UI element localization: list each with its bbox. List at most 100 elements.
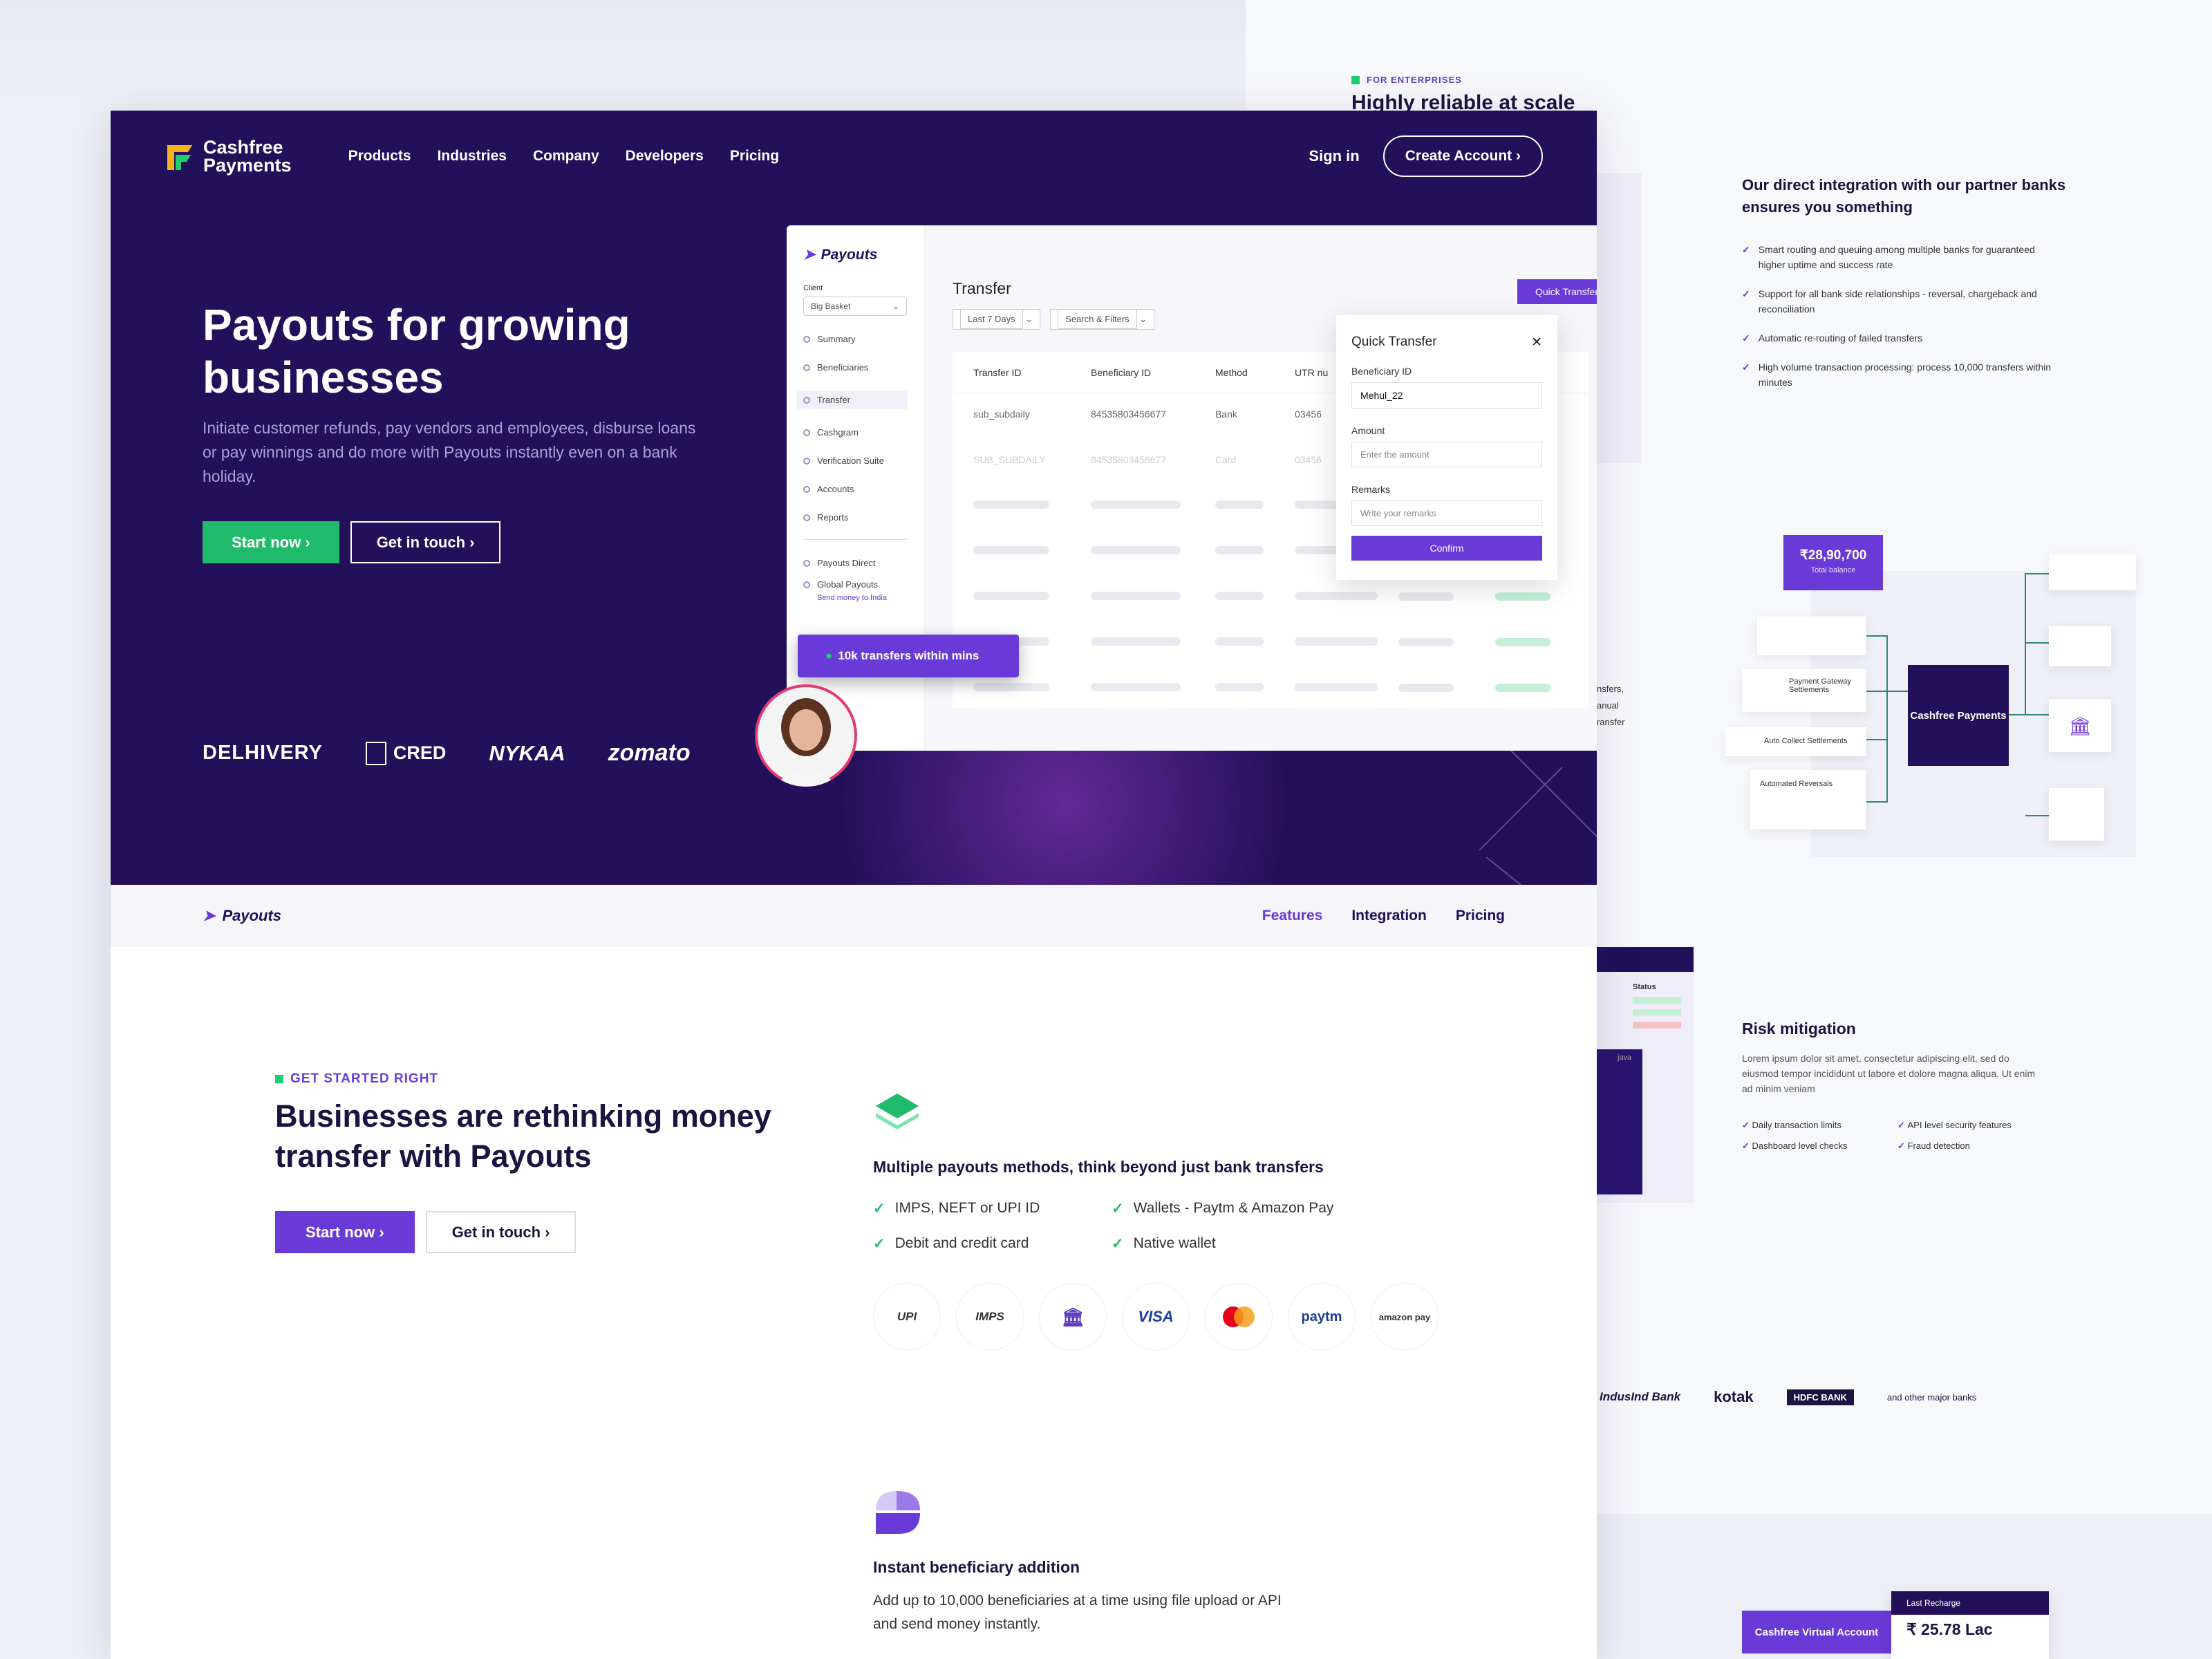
bullet: ✓ Smart routing and queuing among multipl… [1742, 244, 2035, 270]
sidebar-item-transfer[interactable]: Transfer [796, 391, 908, 409]
risk-item: ✓ Daily transaction limits [1742, 1120, 1841, 1130]
quick-transfer-modal: Quick Transfer ✕ Beneficiary ID Mehul_22 … [1336, 315, 1557, 580]
layers-icon [876, 1094, 919, 1130]
risk-item: ✓ API level security features [1897, 1120, 2012, 1130]
paytm-logo: paytm [1288, 1283, 1356, 1351]
subnav-links: Features Integration Pricing [1262, 908, 1505, 924]
bank-icon: 🏛 [2049, 700, 2111, 752]
feature-payout-methods: Multiple payouts methods, think beyond j… [873, 1092, 1454, 1351]
confirm-button[interactable]: Confirm [1351, 536, 1542, 561]
amount-input[interactable]: Enter the amount [1351, 442, 1542, 467]
remarks-label: Remarks [1351, 484, 1391, 495]
feature-beneficiary: Instant beneficiary addition Add up to 1… [873, 1490, 1302, 1636]
feature-item: ✓ IMPS, NEFT or UPI ID [873, 1200, 1040, 1217]
nav-right: Sign in Create Account › [1309, 135, 1543, 177]
modal-title: Quick Transfer [1351, 335, 1437, 349]
sidebar-item-accounts[interactable]: Accounts [803, 484, 908, 494]
sidebar-item-verification[interactable]: Verification Suite [803, 456, 908, 466]
add-beneficiary-icon [876, 1491, 920, 1534]
sidebar-item-global-payouts[interactable]: Global Payouts [803, 579, 908, 590]
bank-logo: HDFC BANK [1786, 1389, 1854, 1405]
nav-pricing[interactable]: Pricing [730, 148, 779, 165]
tab-integration[interactable]: Integration [1351, 908, 1427, 924]
cashfree-logo-icon [165, 140, 196, 173]
remarks-input[interactable]: Write your remarks [1351, 500, 1542, 526]
amazon-pay-logo: amazon pay [1371, 1283, 1438, 1351]
tab-pricing[interactable]: Pricing [1456, 908, 1505, 924]
nav-company[interactable]: Company [533, 148, 599, 165]
send-money-link[interactable]: Send money to India [817, 594, 908, 602]
risk-desc: Lorem ipsum dolor sit amet, consectetur … [1742, 1053, 2036, 1094]
deco-lines [1479, 747, 1597, 885]
feature-item: ✓ Native wallet [1112, 1235, 1216, 1252]
risk-title: Risk mitigation [1742, 1020, 1856, 1038]
section-buttons: Start now › Get in touch › [275, 1211, 773, 1253]
get-in-touch-button[interactable]: Get in touch › [350, 521, 501, 563]
beneficiary-input[interactable]: Mehul_22 [1351, 382, 1542, 409]
integration-title: Our direct integration with our partner … [1742, 176, 2066, 216]
hero-subtitle: Initiate customer refunds, pay vendors a… [203, 419, 696, 485]
sidebar-item-payouts-direct[interactable]: Payouts Direct [803, 558, 908, 568]
amount-label: Amount [1351, 425, 1385, 436]
divider [803, 539, 908, 540]
risk-item: ✓ Fraud detection [1897, 1141, 1970, 1151]
tab-features[interactable]: Features [1262, 908, 1323, 924]
feature-list: ✓ IMPS, NEFT or UPI ID ✓ Wallets - Paytm &… [873, 1200, 1454, 1253]
integration-bullets: ✓ Smart routing and queuing among multipl… [1742, 242, 2053, 390]
subnav-brand: ➤ Payouts [203, 907, 282, 924]
quick-transfer-button[interactable]: Quick Transfer [1517, 279, 1597, 304]
start-now-button[interactable]: Start now › [275, 1211, 415, 1253]
transfer-title: Transfer [953, 279, 1011, 297]
section-title: Businesses are rethinking money transfer… [275, 1098, 771, 1174]
table-row-skeleton [953, 621, 1588, 663]
bank-logo: IndusInd Bank [1600, 1390, 1681, 1403]
top-nav: Cashfree Payments Products Industries Com… [165, 129, 1543, 184]
payouts-brand: ➤ Payouts [803, 246, 878, 263]
get-in-touch-button[interactable]: Get in touch › [425, 1211, 577, 1253]
bank-logos: IndusInd Bank kotak HDFC BANK and other … [1600, 1388, 1976, 1406]
table-row-skeleton [953, 667, 1588, 709]
paper-plane-icon: ➤ [803, 247, 816, 263]
zomato-logo: zomato [608, 740, 691, 766]
mastercard-logo [1205, 1283, 1273, 1351]
sign-in-link[interactable]: Sign in [1309, 147, 1359, 165]
date-filter[interactable]: Last 7 Days ⌄ [953, 309, 1041, 330]
paper-plane-icon: ➤ [203, 907, 216, 924]
create-account-button[interactable]: Create Account › [1382, 135, 1543, 177]
hero-buttons: Start now › Get in touch › [203, 521, 501, 563]
search-filter[interactable]: Search & Filters ⌄ [1050, 309, 1155, 330]
bullet: ✓ Automatic re-routing of failed transfer… [1742, 332, 1923, 344]
beneficiary-label: Beneficiary ID [1351, 366, 1412, 377]
flow-card-logos [1757, 617, 1866, 655]
flow-lines [1866, 573, 2049, 816]
cashfree-logo[interactable]: Cashfree Payments [165, 138, 292, 175]
table-row-skeleton [953, 576, 1588, 617]
client-select[interactable]: Big Basket ⌄ [803, 297, 907, 316]
sidebar-item-cashgram[interactable]: Cashgram [803, 427, 908, 438]
check-circle-icon: ● [825, 649, 833, 662]
sidebar-item-beneficiaries[interactable]: Beneficiaries [803, 362, 908, 373]
transfers-pill: ● 10k transfers within mins [798, 635, 1019, 677]
client-label: Client [803, 284, 823, 292]
close-icon[interactable]: ✕ [1531, 335, 1542, 350]
sidebar-item-reports[interactable]: Reports [803, 512, 908, 523]
cred-logo: CRED [365, 741, 446, 765]
start-now-button[interactable]: Start now › [203, 521, 339, 563]
nav-links: Products Industries Company Developers P… [348, 148, 779, 165]
enterprise-tag: FOR ENTERPRISES [1351, 75, 1462, 85]
virtual-account-card: Cashfree Virtual Account [1742, 1611, 1891, 1653]
delhivery-logo: DELHIVERY [203, 742, 323, 764]
section-tag: GET STARTED RIGHT [275, 1071, 773, 1087]
feature-desc: Add up to 10,000 beneficiaries at a time… [873, 1593, 1282, 1632]
feature-item: ✓ Wallets - Paytm & Amazon Pay [1112, 1200, 1334, 1217]
customer-logos: DELHIVERY CRED NYKAA zomato [203, 740, 691, 767]
nykaa-logo: NYKAA [489, 740, 565, 765]
sidebar-item-summary[interactable]: Summary [803, 334, 908, 344]
nav-products[interactable]: Products [348, 148, 411, 165]
nav-industries[interactable]: Industries [438, 148, 507, 165]
bullet: ✓ Support for all bank side relationships… [1742, 288, 2037, 315]
risk-items: ✓ Daily transaction limits ✓ API level s… [1742, 1120, 2053, 1152]
nav-developers[interactable]: Developers [626, 148, 704, 165]
person-photo [758, 687, 854, 787]
flow-card-pg: Payment Gateway Settlements [1742, 669, 1866, 712]
